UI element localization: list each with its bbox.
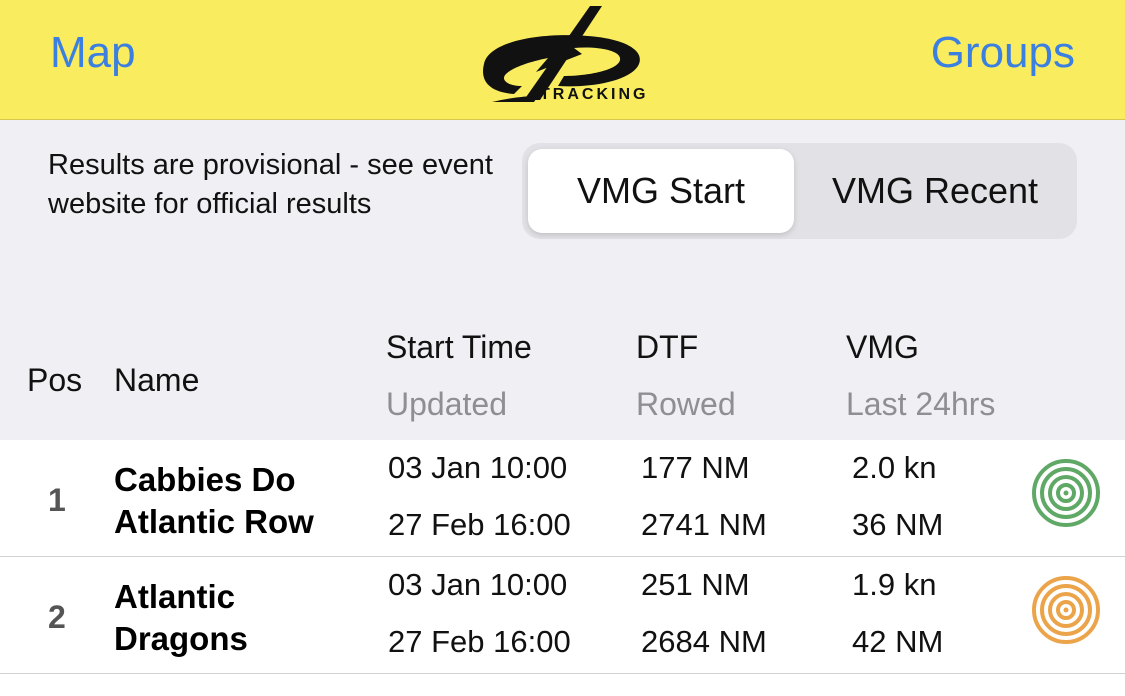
segment-vmg-recent[interactable]: VMG Recent bbox=[802, 149, 1068, 233]
segment-vmg-start[interactable]: VMG Start bbox=[528, 149, 794, 233]
table-row[interactable]: 2 Atlantic Dragons 03 Jan 10:00 27 Feb 1… bbox=[0, 557, 1125, 674]
provisional-notice: Results are provisional - see event webs… bbox=[48, 149, 493, 220]
target-icon[interactable] bbox=[1032, 576, 1100, 644]
row-dtf: 177 NM bbox=[641, 450, 750, 485]
header-name: Name bbox=[114, 362, 200, 398]
header-vmg: VMG bbox=[846, 329, 919, 365]
header-rowed: Rowed bbox=[636, 386, 736, 422]
row-team-name: Cabbies Do Atlantic Row bbox=[114, 461, 314, 540]
row-start-time: 03 Jan 10:00 bbox=[388, 450, 568, 485]
row-position: 2 bbox=[48, 599, 66, 635]
row-team-name: Atlantic Dragons bbox=[114, 578, 248, 657]
table-row[interactable]: 1 Cabbies Do Atlantic Row 03 Jan 10:00 2… bbox=[0, 440, 1125, 557]
row-last-24hrs: 42 NM bbox=[852, 624, 944, 659]
map-button[interactable]: Map bbox=[50, 28, 136, 78]
row-position: 1 bbox=[48, 482, 66, 518]
row-rowed: 2741 NM bbox=[641, 507, 767, 542]
results-table: 1 Cabbies Do Atlantic Row 03 Jan 10:00 2… bbox=[0, 440, 1125, 696]
vmg-segmented-control: VMG Start VMG Recent bbox=[522, 143, 1077, 239]
navbar: Map TRACKING Groups bbox=[0, 0, 1125, 120]
header-start-time: Start Time bbox=[386, 329, 532, 365]
row-vmg: 2.0 kn bbox=[852, 450, 937, 485]
header-updated: Updated bbox=[386, 386, 507, 422]
row-rowed: 2684 NM bbox=[641, 624, 767, 659]
row-dtf: 251 NM bbox=[641, 567, 750, 602]
row-updated: 27 Feb 16:00 bbox=[388, 624, 571, 659]
groups-button[interactable]: Groups bbox=[931, 28, 1075, 78]
row-vmg: 1.9 kn bbox=[852, 567, 937, 602]
header-last-24hrs: Last 24hrs bbox=[846, 386, 996, 422]
row-start-time: 03 Jan 10:00 bbox=[388, 567, 568, 602]
row-updated: 27 Feb 16:00 bbox=[388, 507, 571, 542]
header-dtf: DTF bbox=[636, 329, 699, 365]
logo-text: TRACKING bbox=[540, 86, 649, 103]
row-last-24hrs: 36 NM bbox=[852, 507, 944, 542]
header-pos: Pos bbox=[27, 362, 83, 398]
target-icon[interactable] bbox=[1032, 459, 1100, 527]
